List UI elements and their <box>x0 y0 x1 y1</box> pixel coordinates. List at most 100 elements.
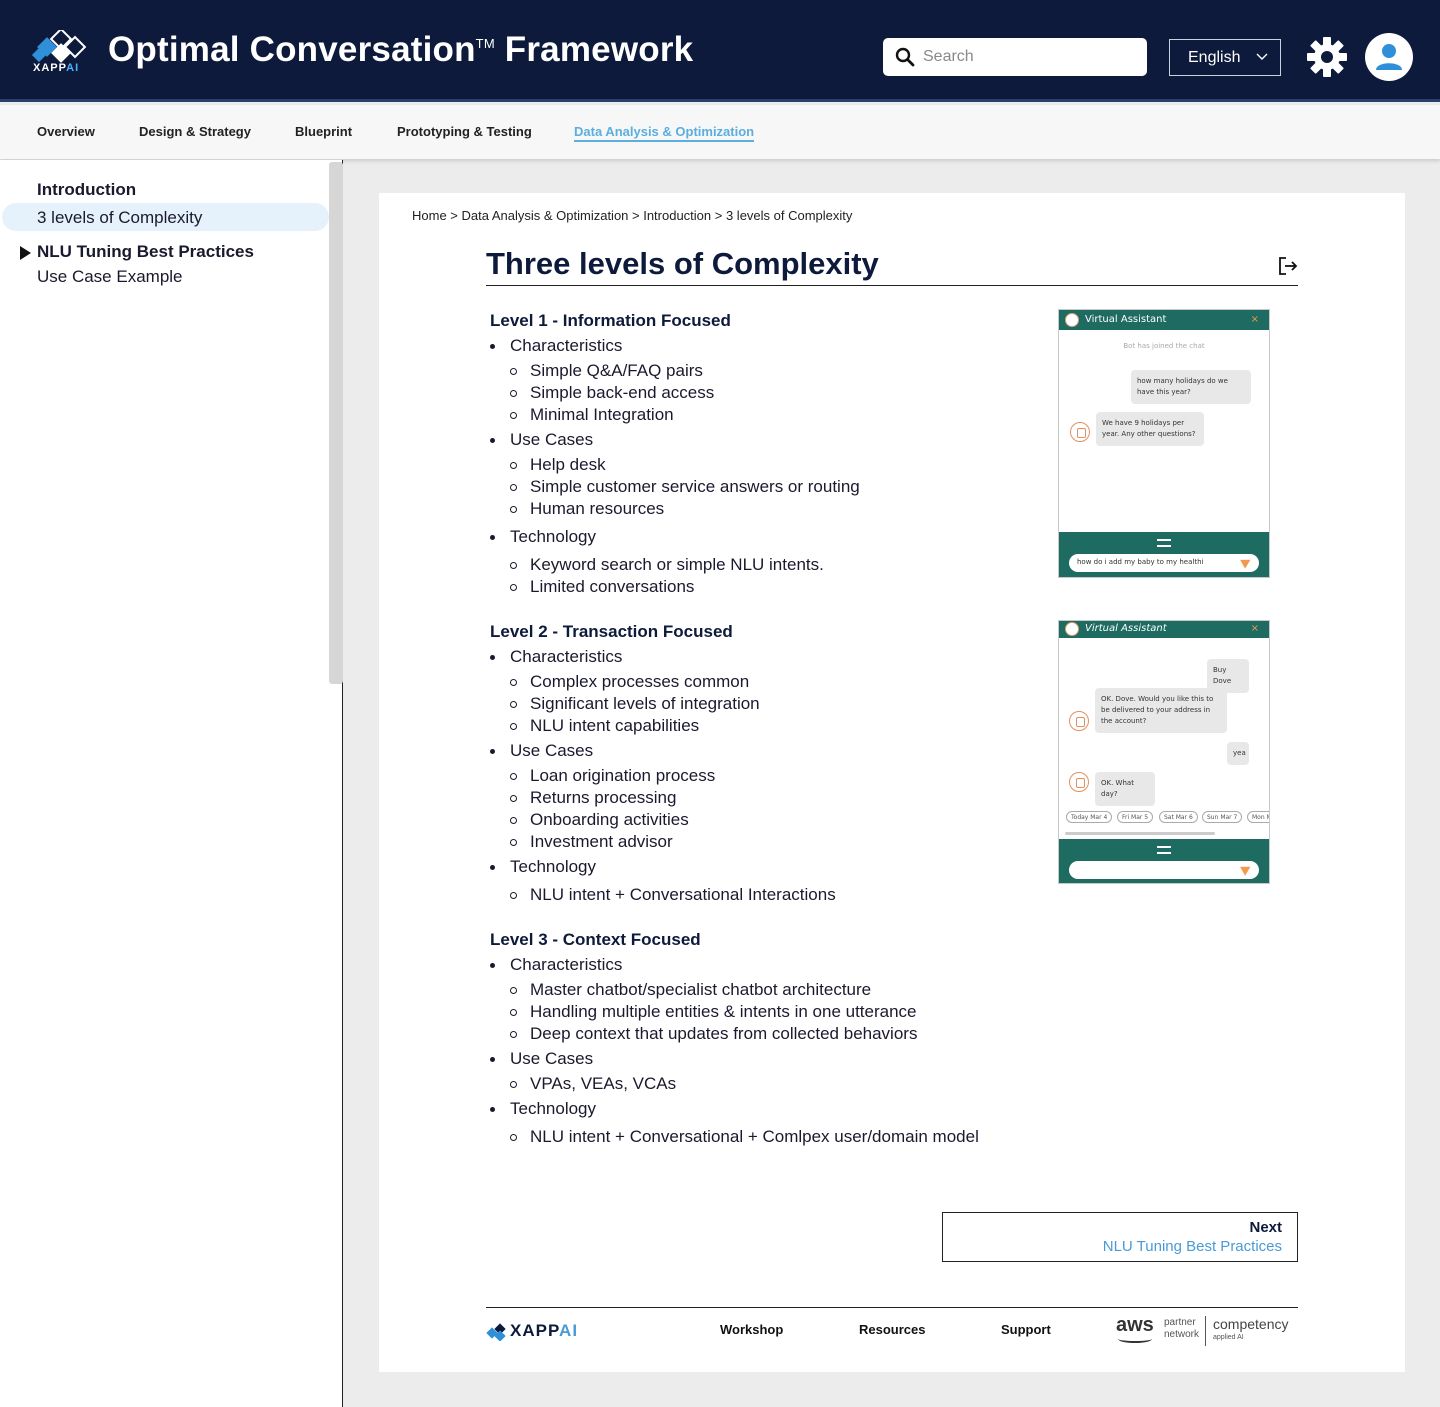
footer-link-resources[interactable]: Resources <box>859 1322 925 1337</box>
footer-divider <box>486 1307 1298 1308</box>
tab-blueprint[interactable]: Blueprint <box>295 124 352 139</box>
footer-brand-text: XAPPAI <box>510 1321 579 1340</box>
chat-title: Virtual Assistant <box>1085 314 1167 325</box>
bullet-item: Characteristics <box>489 955 623 974</box>
sidebar-scrollbar[interactable] <box>329 162 343 684</box>
level-3-heading: Level 3 - Context Focused <box>490 930 701 949</box>
sidebar-item-introduction[interactable]: Introduction <box>37 180 136 200</box>
bullet-item: Characteristics <box>489 647 623 666</box>
sub-bullet-item: Simple customer service answers or routi… <box>510 477 860 496</box>
aws-logo-text: aws <box>1116 1314 1154 1336</box>
bullet-item: Technology <box>489 527 597 546</box>
sub-bullet-item: Deep context that updates from collected… <box>509 1024 918 1043</box>
bullet-item: Use Cases <box>489 741 594 760</box>
chat-system-message: Bot has joined the chat <box>1123 342 1205 350</box>
tab-design-strategy[interactable]: Design & Strategy <box>139 124 251 139</box>
date-chip: Sat Mar 6 <box>1159 811 1198 823</box>
aws-applied-ai-text: applied AI <box>1213 1334 1244 1341</box>
aws-smile-icon <box>1118 1335 1152 1343</box>
aws-partner-network-text: partner network <box>1164 1317 1200 1340</box>
user-message: how many holidays do we have this year? <box>1131 370 1251 404</box>
sub-bullet-item: Simple back-end access <box>509 383 715 402</box>
level-2-heading: Level 2 - Transaction Focused <box>490 622 733 641</box>
expand-triangle-icon[interactable] <box>20 246 31 260</box>
next-page-button[interactable]: Next NLU Tuning Best Practices <box>942 1212 1298 1262</box>
export-icon[interactable] <box>1277 255 1299 277</box>
next-label: Next <box>1249 1219 1282 1236</box>
aws-competency-text: competency <box>1213 1316 1289 1332</box>
footer-link-workshop[interactable]: Workshop <box>720 1322 783 1337</box>
sidebar-item-3-levels-of-complexity[interactable]: 3 levels of Complexity <box>37 208 202 228</box>
gear-icon[interactable] <box>1306 36 1348 78</box>
chat-title-bar: Virtual Assistant × <box>1059 310 1269 330</box>
date-chip: Mon M <box>1247 811 1269 823</box>
sub-bullet-item: Simple Q&A/FAQ pairs <box>510 361 703 380</box>
sub-bullet-item: Help desk <box>510 455 606 474</box>
user-icon <box>1376 44 1402 70</box>
sub-bullet-item: Minimal Integration <box>510 405 674 424</box>
sub-bullet-item: Keyword search or simple NLU intents. <box>510 555 824 574</box>
trademark-symbol: TM <box>475 36 495 51</box>
aws-partner-badge: aws partner network competency applied AI <box>1116 1314 1298 1348</box>
breadcrumb[interactable]: Home > Data Analysis & Optimization > In… <box>412 208 852 223</box>
footer-link-support[interactable]: Support <box>1001 1322 1051 1337</box>
app-title: Optimal ConversationTM Framework <box>108 30 694 69</box>
chat-mockup-level-1: Virtual Assistant × Bot has joined the c… <box>1058 309 1270 578</box>
bullet-item: Characteristics <box>489 336 623 355</box>
level-1-heading: Level 1 - Information Focused <box>490 311 731 330</box>
sub-bullet-item: VPAs, VEAs, VCAs <box>509 1074 677 1093</box>
sub-bullet-item: NLU intent capabilities <box>509 716 700 735</box>
user-message: yea <box>1227 742 1249 765</box>
close-icon: × <box>1250 623 1259 634</box>
date-chip: Sun Mar 7 <box>1202 811 1243 823</box>
sub-bullet-item: Loan origination process <box>509 766 716 785</box>
send-icon <box>1240 862 1253 876</box>
main-nav-tabs: Overview Design & Strategy Blueprint Pro… <box>0 105 1440 159</box>
bullet-item: Use Cases <box>489 430 594 449</box>
sub-bullet-item: Returns processing <box>509 788 677 807</box>
app-header: XAPPAI Optimal ConversationTM Framework … <box>0 0 1440 102</box>
chat-title-bar: Virtual Assistant × <box>1059 621 1269 638</box>
bot-avatar-icon <box>1069 711 1089 731</box>
tab-overview[interactable]: Overview <box>37 124 95 139</box>
tab-prototyping-testing[interactable]: Prototyping & Testing <box>397 124 532 139</box>
sub-bullet-item: Onboarding activities <box>510 810 689 829</box>
chat-mockup-level-2: Virtual Assistant × Buy Dove OK. Dove. W… <box>1058 620 1270 884</box>
chat-title: Virtual Assistant <box>1085 623 1167 634</box>
sub-bullet-item: NLU intent + Conversational Interactions <box>510 885 836 904</box>
sub-bullet-item: Investment advisor <box>510 832 673 851</box>
sub-bullet-item: Limited conversations <box>509 577 695 596</box>
sidebar-item-use-case-example[interactable]: Use Case Example <box>37 267 183 287</box>
sub-bullet-item: Complex processes common <box>509 672 750 691</box>
badge-separator <box>1205 1316 1206 1346</box>
tab-data-analysis-optimization[interactable]: Data Analysis & Optimization <box>574 124 755 142</box>
user-avatar[interactable] <box>1365 33 1413 81</box>
bot-avatar-icon <box>1070 422 1090 442</box>
bot-icon <box>1065 622 1079 636</box>
chat-footer: how do i add my baby to my healthi <box>1059 532 1269 577</box>
send-icon <box>1240 555 1253 569</box>
xappai-footer-logo-icon[interactable] <box>486 1323 508 1341</box>
bot-message: We have 9 holidays per year. Any other q… <box>1096 412 1204 446</box>
menu-icon <box>1157 846 1171 854</box>
search-box[interactable] <box>883 38 1147 76</box>
bot-message: OK. Dove. Would you like this to be deli… <box>1095 688 1227 733</box>
title-divider <box>486 285 1298 286</box>
bullet-item: Use Cases <box>489 1049 594 1068</box>
bullet-item: Technology <box>489 1099 597 1118</box>
menu-icon <box>1157 539 1171 547</box>
content-panel: Home > Data Analysis & Optimization > In… <box>379 193 1405 1372</box>
sub-bullet-item: Handling multiple entities & intents in … <box>510 1002 917 1021</box>
close-icon: × <box>1250 314 1259 325</box>
date-chip: Fri Mar 5 <box>1117 811 1154 823</box>
chevron-down-icon <box>1256 53 1268 60</box>
language-select[interactable]: English <box>1169 39 1281 76</box>
search-icon <box>895 47 915 67</box>
search-input[interactable] <box>923 46 1133 68</box>
page-title: Three levels of Complexity <box>486 246 879 281</box>
next-link[interactable]: NLU Tuning Best Practices <box>1103 1238 1282 1255</box>
sidebar-item-nlu-tuning[interactable]: NLU Tuning Best Practices <box>37 242 254 262</box>
bot-message: OK. What day? <box>1095 772 1155 806</box>
date-chip: Today Mar 4 <box>1066 811 1113 823</box>
sub-bullet-item: Human resources <box>509 499 665 518</box>
